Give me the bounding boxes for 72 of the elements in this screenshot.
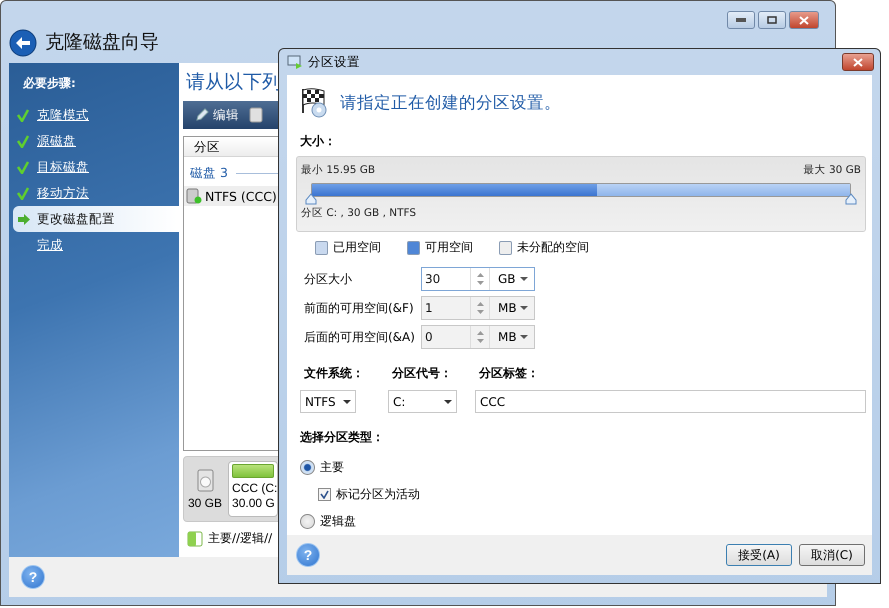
field-label: 文件系统： [303,365,365,382]
current-step[interactable]: 更改磁盘配置 [13,206,179,232]
checkbox[interactable] [318,488,331,501]
dropdown-icon [343,400,351,404]
partition-card[interactable]: CCC (C: 30.00 G [228,461,278,517]
partition-caption: 分区 C: , 30 GB , NTFS [301,206,418,220]
minimize-button[interactable] [727,11,755,29]
partition-size: 30.00 G [232,496,275,510]
sidebar-heading: 必要步骤: [22,75,77,92]
slider-handle[interactable] [305,193,317,205]
dropdown-icon [520,335,528,339]
maximize-icon [767,16,777,24]
drive-letter-dropdown[interactable]: C: [388,390,457,413]
minimize-icon [736,18,746,22]
field-label: 分区大小 [304,270,353,288]
check-icon [17,160,29,174]
legend-label: 可用空间 [425,239,473,256]
dialog-title: 分区设置 [308,54,361,70]
max-size-label: 最大 30 GB [804,163,861,177]
arrow-icon [17,212,31,226]
field-label: 分区标签： [478,365,540,382]
field-label: 分区代号： [390,365,453,382]
legend-label: 已用空间 [333,239,381,256]
down-arrow-icon[interactable] [476,281,484,286]
radio-button[interactable] [300,460,315,475]
accept-button[interactable]: 接受(A) [726,544,792,566]
pencil-icon [195,108,209,122]
disk-size: 30 GB [188,496,222,510]
cancel-button[interactable]: 取消(C) [799,544,865,566]
legend-swatch-icon [187,530,203,546]
check-icon [17,134,29,148]
legend-label: 未分配的空间 [517,239,589,256]
size-label: 大小： [299,133,337,150]
dropdown-icon [520,306,528,310]
min-size-label: 最小 15.95 GB [301,163,376,177]
back-icon[interactable] [9,29,37,57]
check-icon [17,186,29,200]
maximize-button[interactable] [758,11,786,29]
spin-field[interactable]: 30 GB [421,267,535,291]
close-icon [799,16,809,24]
step-item[interactable]: 完成 [13,232,179,258]
field-label: 后面的可用空间(&A) [304,328,416,346]
window-title: 克隆磁盘向导 [45,30,159,55]
partition-name: CCC (C: [232,481,278,495]
radio-option[interactable]: 主要 [296,454,866,481]
partition-bar [232,464,274,478]
slider-handle[interactable] [845,193,857,205]
edit-button[interactable]: 编辑 [191,106,243,124]
check-icon [17,108,29,122]
checkbox-option[interactable]: 标记分区为活动 [296,481,866,508]
partition-label-field[interactable]: CCC [475,390,866,413]
legend-text: 主要//逻辑// [208,530,272,547]
radio-button[interactable] [300,514,315,529]
monitor-icon [287,55,303,69]
step-item[interactable]: 移动方法 [13,180,179,206]
file-system-dropdown[interactable]: NTFS [300,390,356,413]
dropdown-icon [444,400,452,404]
close-icon [853,58,863,66]
up-arrow-icon[interactable] [476,272,484,277]
disk-icon [186,188,202,204]
close-button[interactable] [789,11,819,29]
field-label: 前面的可用空间(&F) [304,300,415,316]
radio-option[interactable]: 逻辑盘 [296,508,866,535]
step-item[interactable]: 目标磁盘 [13,154,179,180]
step-item[interactable]: 源磁盘 [13,128,179,154]
disk-group-label: 磁盘 3 [190,165,228,182]
check-icon [320,490,329,499]
close-button[interactable] [842,53,874,71]
step-item[interactable]: 克隆模式 [13,102,179,128]
dialog-heading: 请指定正在创建的分区设置。 [340,92,561,114]
dropdown-icon [520,277,528,281]
partition-type-label: 选择分区类型： [299,429,385,446]
